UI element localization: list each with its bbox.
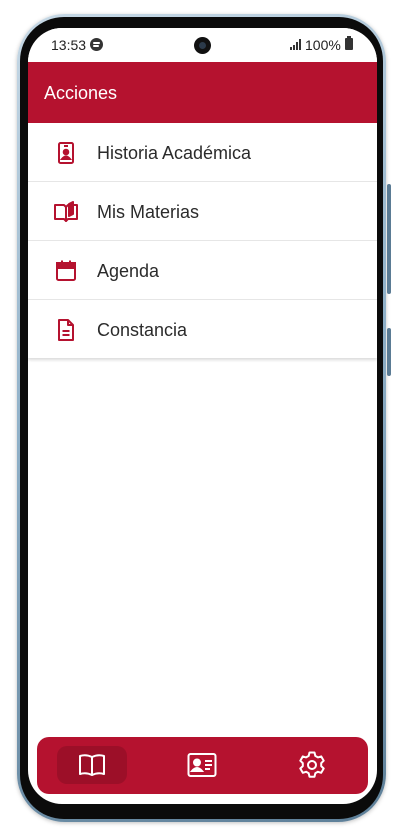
open-book-icon (54, 201, 78, 222)
list-item-historia-academica[interactable]: Historia Académica (28, 123, 377, 182)
list-item-constancia[interactable]: Constancia (28, 300, 377, 358)
camera-cutout (194, 37, 211, 54)
nav-item-perfil[interactable] (167, 746, 237, 784)
bottom-nav (37, 737, 368, 794)
volume-button (387, 184, 391, 294)
app-bar: Acciones (28, 62, 377, 123)
book-icon (79, 754, 105, 776)
phone-screen: 13:53 100% Acciones Historia Académica M… (28, 28, 377, 804)
power-button (387, 328, 391, 376)
id-badge-icon (58, 142, 74, 164)
battery-icon (345, 36, 353, 50)
list-item-label: Agenda (97, 261, 160, 281)
list-item-label: Constancia (97, 320, 188, 340)
list-item-agenda[interactable]: Agenda (28, 241, 377, 300)
actions-list: Historia Académica Mis Materias Agenda C… (28, 123, 377, 358)
page-title: Acciones (44, 83, 118, 103)
calendar-icon (56, 260, 76, 281)
list-item-label: Historia Académica (97, 143, 252, 163)
spotify-icon (90, 38, 103, 51)
id-card-icon (187, 753, 217, 777)
document-icon (58, 319, 74, 341)
battery-level: 100% (305, 37, 341, 53)
status-time: 13:53 (51, 37, 87, 53)
signal-icon (290, 39, 302, 50)
list-item-label: Mis Materias (97, 202, 200, 222)
gear-icon (299, 751, 325, 778)
list-item-mis-materias[interactable]: Mis Materias (28, 182, 377, 241)
nav-item-settings[interactable] (277, 746, 347, 784)
nav-item-materias[interactable] (57, 746, 127, 784)
status-bar: 13:53 100% (28, 28, 377, 62)
